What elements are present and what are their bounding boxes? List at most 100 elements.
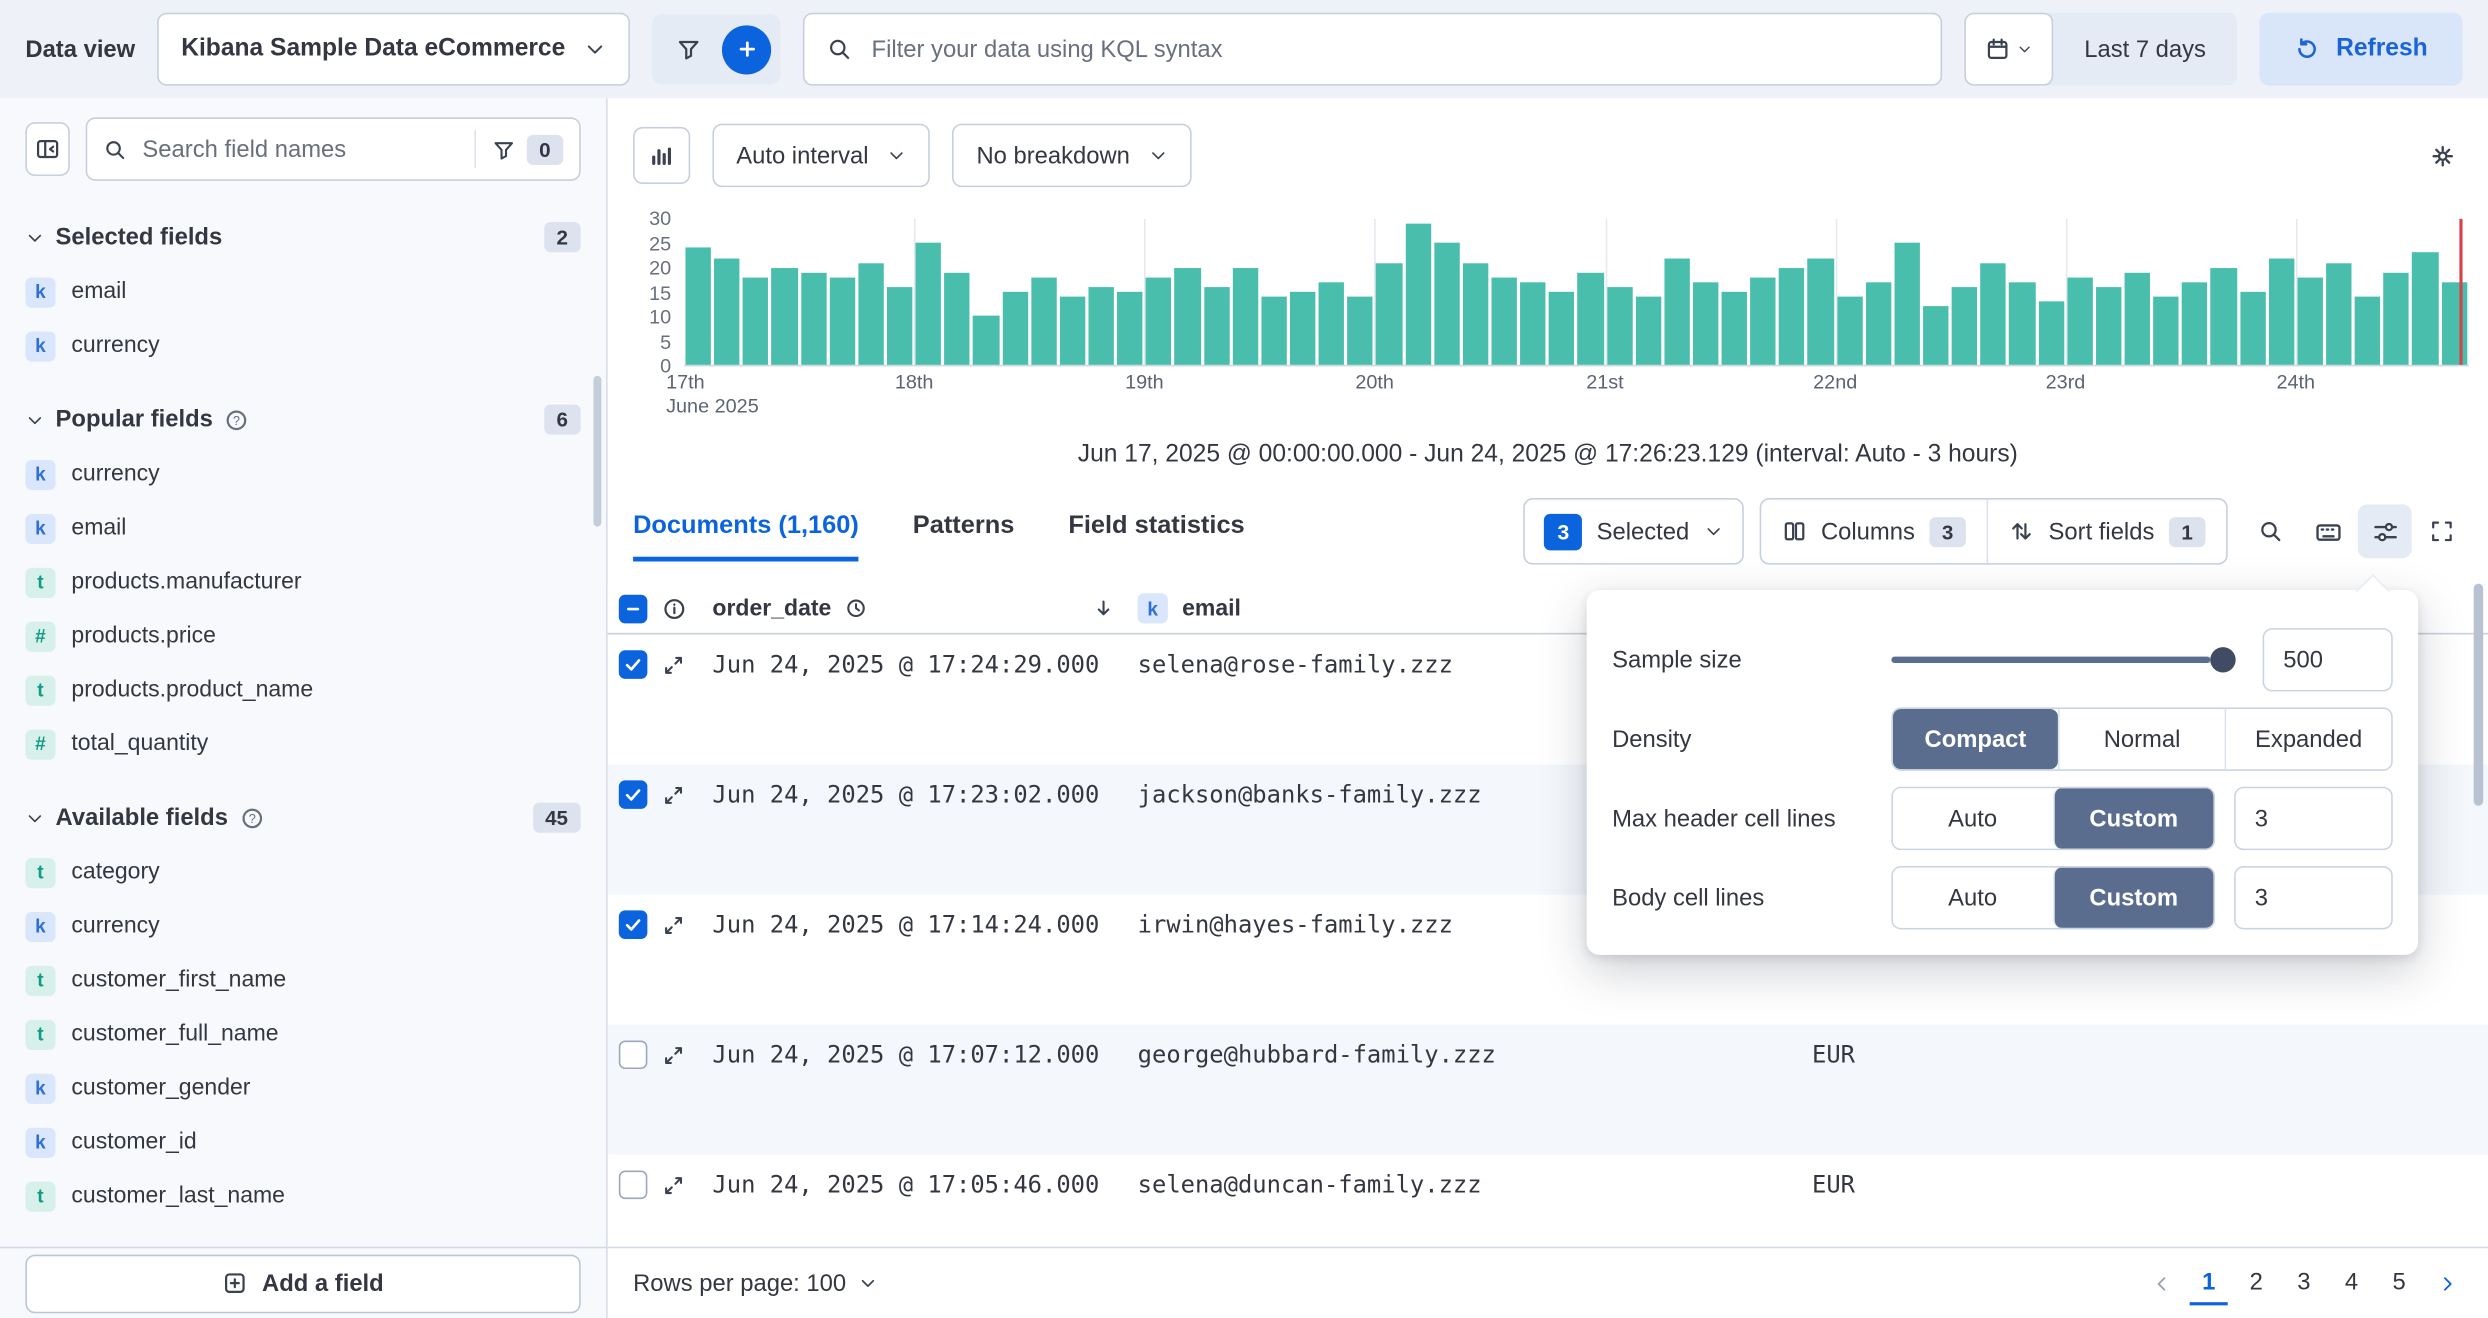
tab-field-statistics[interactable]: Field statistics bbox=[1068, 512, 1244, 561]
histogram-bar[interactable] bbox=[1002, 292, 1028, 365]
add-filter-button[interactable] bbox=[722, 25, 771, 74]
histogram-bar[interactable] bbox=[1146, 277, 1172, 365]
info-icon[interactable] bbox=[662, 596, 687, 621]
histogram-bar[interactable] bbox=[916, 243, 942, 365]
tab-patterns[interactable]: Patterns bbox=[913, 512, 1015, 561]
sort-fields-button[interactable]: Sort fields 1 bbox=[1987, 500, 2226, 563]
histogram-bar[interactable] bbox=[2240, 292, 2266, 365]
table-row[interactable]: Jun 24, 2025 @ 17:05:46.000 selena@dunca… bbox=[608, 1155, 2488, 1244]
histogram-bar[interactable] bbox=[714, 258, 740, 365]
page-button[interactable]: 4 bbox=[2332, 1261, 2370, 1305]
body-lines-custom-button[interactable]: Custom bbox=[2052, 868, 2213, 928]
field-item[interactable]: t products.product_name bbox=[25, 663, 580, 717]
histogram-bar[interactable] bbox=[1837, 297, 1863, 365]
body-lines-auto-button[interactable]: Auto bbox=[1893, 868, 2052, 928]
body-lines-input[interactable] bbox=[2236, 868, 2391, 928]
select-all-checkbox[interactable] bbox=[619, 594, 648, 623]
page-button[interactable]: 1 bbox=[2190, 1261, 2228, 1305]
histogram-bar[interactable] bbox=[829, 277, 855, 365]
next-page-button[interactable] bbox=[2428, 1263, 2466, 1304]
field-item[interactable]: t customer_first_name bbox=[25, 953, 580, 1007]
breakdown-dropdown[interactable]: No breakdown bbox=[953, 124, 1192, 187]
histogram-bar[interactable] bbox=[1635, 297, 1661, 365]
histogram-bar[interactable] bbox=[1894, 243, 1920, 365]
histogram-bar[interactable] bbox=[2153, 297, 2179, 365]
calendar-button[interactable] bbox=[1964, 13, 2053, 86]
histogram-bar[interactable] bbox=[685, 248, 711, 365]
page-button[interactable]: 5 bbox=[2380, 1261, 2418, 1305]
histogram-bar[interactable] bbox=[1347, 297, 1373, 365]
histogram-bar[interactable] bbox=[887, 287, 913, 365]
histogram-bar[interactable] bbox=[1607, 287, 1633, 365]
interval-dropdown[interactable]: Auto interval bbox=[712, 124, 930, 187]
rows-per-page-button[interactable]: Rows per page: 100 bbox=[633, 1270, 878, 1297]
field-item[interactable]: t customer_full_name bbox=[25, 1007, 580, 1061]
histogram-bar[interactable] bbox=[1722, 292, 1748, 365]
help-icon[interactable]: ? bbox=[224, 407, 249, 432]
kql-input[interactable] bbox=[868, 34, 1917, 64]
histogram-bar[interactable] bbox=[2269, 258, 2295, 365]
histogram-bar[interactable] bbox=[1779, 268, 1805, 365]
field-item[interactable]: # total_quantity bbox=[25, 717, 580, 771]
histogram-bar[interactable] bbox=[1232, 268, 1258, 365]
histogram-bar[interactable] bbox=[2384, 272, 2410, 364]
header-lines-custom-button[interactable]: Custom bbox=[2052, 788, 2213, 848]
histogram-bar[interactable] bbox=[2010, 282, 2036, 365]
histogram-bar[interactable] bbox=[1088, 287, 1114, 365]
histogram-bar[interactable] bbox=[1578, 272, 1604, 364]
field-search-box[interactable]: 0 bbox=[85, 117, 580, 180]
grid-search-button[interactable] bbox=[2244, 504, 2298, 558]
histogram-bar[interactable] bbox=[1060, 297, 1086, 365]
histogram-bar[interactable] bbox=[772, 268, 798, 365]
histogram-bar[interactable] bbox=[2182, 282, 2208, 365]
histogram-bar[interactable] bbox=[2125, 272, 2151, 364]
chart-type-button[interactable] bbox=[633, 127, 690, 184]
density-expanded-button[interactable]: Expanded bbox=[2225, 709, 2392, 769]
refresh-button[interactable]: Refresh bbox=[2260, 13, 2463, 86]
histogram-bar[interactable] bbox=[1664, 258, 1690, 365]
histogram-bar[interactable] bbox=[1434, 243, 1460, 365]
histogram-bar[interactable] bbox=[1290, 292, 1316, 365]
slider-thumb[interactable] bbox=[2211, 647, 2236, 672]
field-item[interactable]: k customer_gender bbox=[25, 1061, 580, 1115]
row-checkbox[interactable] bbox=[619, 1040, 648, 1069]
data-view-label[interactable]: Data view bbox=[25, 36, 135, 63]
histogram-bar[interactable] bbox=[1175, 268, 1201, 365]
section-popular-fields[interactable]: Popular fields ? 6 bbox=[25, 404, 580, 434]
grid-scrollbar[interactable] bbox=[2474, 584, 2484, 806]
collapse-sidebar-button[interactable] bbox=[25, 122, 69, 176]
expand-row-icon[interactable] bbox=[662, 653, 686, 677]
histogram-bar[interactable] bbox=[1491, 277, 1517, 365]
histogram-bar[interactable] bbox=[1117, 292, 1143, 365]
expand-row-icon[interactable] bbox=[662, 1173, 686, 1197]
density-normal-button[interactable]: Normal bbox=[2058, 709, 2225, 769]
data-view-picker[interactable]: Kibana Sample Data eCommerce bbox=[157, 13, 630, 86]
page-button[interactable]: 2 bbox=[2237, 1261, 2275, 1305]
header-lines-input-box[interactable] bbox=[2234, 787, 2393, 850]
tab-documents[interactable]: Documents (1,160) bbox=[633, 512, 859, 561]
field-item[interactable]: t category bbox=[25, 845, 580, 899]
order-date-column-header[interactable]: order_date bbox=[712, 596, 1137, 621]
field-item[interactable]: k currency bbox=[25, 899, 580, 953]
histogram-bar[interactable] bbox=[2067, 277, 2093, 365]
histogram-bar[interactable] bbox=[2412, 253, 2438, 365]
histogram-bar[interactable] bbox=[858, 263, 884, 365]
header-lines-input[interactable] bbox=[2236, 788, 2391, 848]
filter-button[interactable] bbox=[662, 22, 716, 76]
fullscreen-button[interactable] bbox=[2415, 504, 2469, 558]
section-selected-fields[interactable]: Selected fields 2 bbox=[25, 222, 580, 252]
time-range-value[interactable]: Last 7 days bbox=[2052, 36, 2237, 63]
histogram-bar[interactable] bbox=[2211, 268, 2237, 365]
row-checkbox[interactable] bbox=[619, 650, 648, 679]
histogram-bar[interactable] bbox=[1549, 292, 1575, 365]
row-checkbox[interactable] bbox=[619, 910, 648, 939]
field-item[interactable]: k email bbox=[25, 265, 580, 319]
histogram-bar[interactable] bbox=[1520, 282, 1546, 365]
field-item[interactable]: k email bbox=[25, 501, 580, 555]
histogram-bar[interactable] bbox=[1808, 258, 1834, 365]
kql-search-bar[interactable] bbox=[803, 13, 1941, 86]
header-lines-auto-button[interactable]: Auto bbox=[1893, 788, 2052, 848]
chart-options-button[interactable] bbox=[2415, 128, 2469, 182]
expand-row-icon[interactable] bbox=[662, 1043, 686, 1067]
sample-size-input[interactable] bbox=[2264, 630, 2391, 690]
